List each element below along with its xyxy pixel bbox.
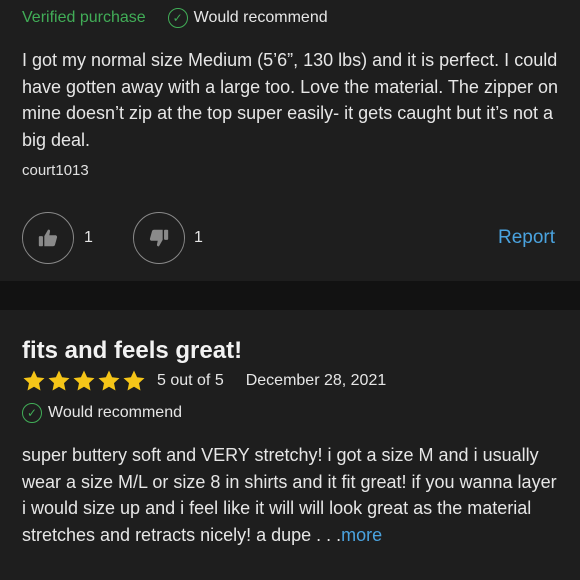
review-body-text: super buttery soft and VERY stretchy! i … <box>22 445 557 545</box>
more-link[interactable]: more <box>341 525 382 545</box>
star-icon <box>73 370 95 391</box>
check-circle-icon: ✓ <box>22 403 42 423</box>
thumbs-up-icon <box>38 229 58 247</box>
star-rating <box>22 369 147 393</box>
ellipsis: . . . <box>311 524 342 545</box>
thumbs-down-icon <box>149 229 169 247</box>
review-card-1: Verified purchase ✓ Would recommend I go… <box>0 0 580 281</box>
star-icon <box>48 370 70 391</box>
review-author: court1013 <box>22 162 89 179</box>
review-separator <box>0 281 580 310</box>
review-title: fits and feels great! <box>22 337 243 364</box>
review-body: super buttery soft and VERY stretchy! i … <box>22 442 562 548</box>
review-meta: Verified purchase ✓ Would recommend <box>22 8 328 28</box>
recommend-row: ✓ Would recommend <box>22 403 182 423</box>
rating-text: 5 out of 5 <box>157 372 224 389</box>
star-icon <box>123 370 145 391</box>
review-body: I got my normal size Medium (5’6”, 130 l… <box>22 50 558 150</box>
star-icon <box>98 370 120 391</box>
unhelpful-count: 1 <box>194 229 203 246</box>
unhelpful-button[interactable] <box>133 212 185 264</box>
helpful-count: 1 <box>84 229 93 246</box>
would-recommend-label: Would recommend <box>48 404 182 421</box>
would-recommend-label: Would recommend <box>193 9 328 26</box>
review-card-2: fits and feels great! 5 out of 5 Decembe… <box>0 310 580 580</box>
star-icon <box>23 370 45 391</box>
check-circle-icon: ✓ <box>167 8 188 28</box>
helpful-button[interactable] <box>22 212 74 264</box>
verified-purchase-label: Verified purchase <box>22 9 146 26</box>
report-link[interactable]: Report <box>498 227 555 249</box>
rating-row: 5 out of 5 December 28, 2021 <box>22 369 386 393</box>
review-date: December 28, 2021 <box>245 372 387 389</box>
